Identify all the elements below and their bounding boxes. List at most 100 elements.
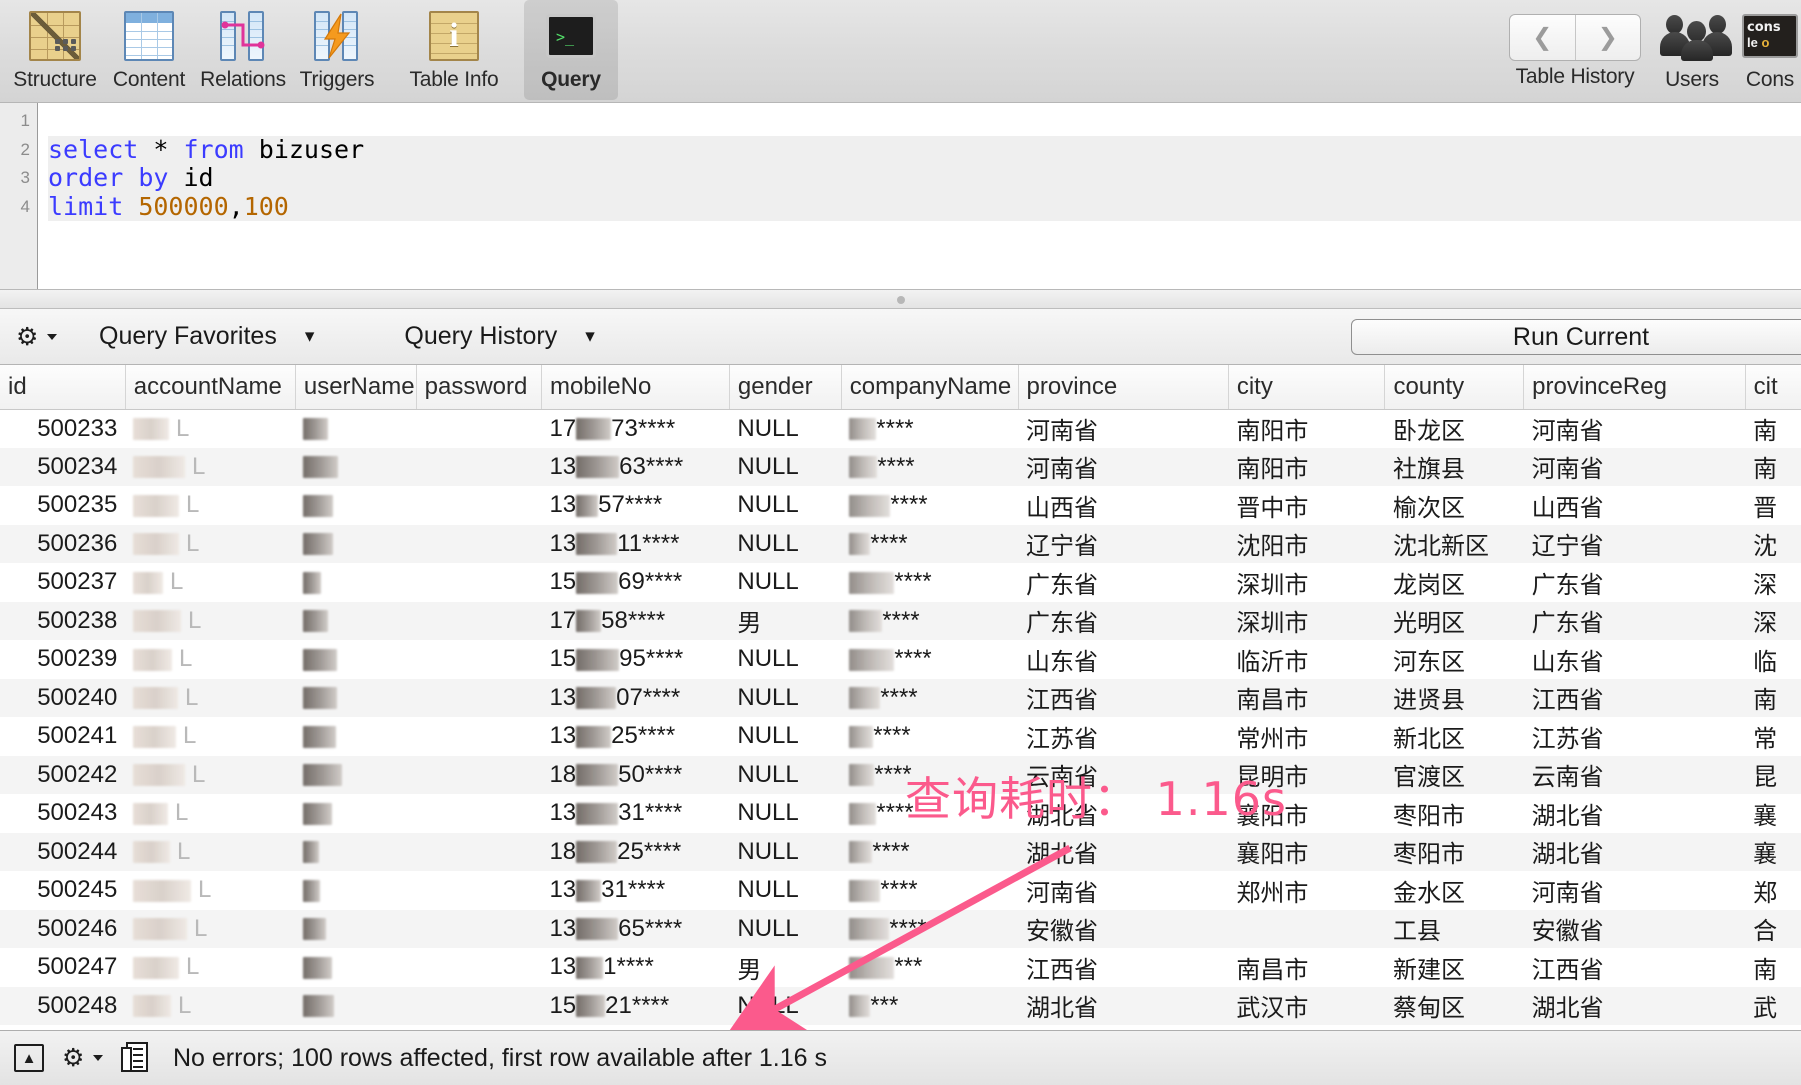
table-row[interactable]: 500234 L1363****NULL****河南省南阳市社旗县河南省南 (0, 448, 1801, 487)
cell-city[interactable]: 昆明市 (1228, 756, 1385, 795)
splitter-handle[interactable] (897, 296, 905, 304)
column-header-cit[interactable]: cit (1745, 365, 1801, 409)
cell-password[interactable] (416, 717, 541, 756)
cell-cit[interactable]: 沈 (1745, 525, 1801, 564)
cell-province[interactable]: 安徽省 (1018, 910, 1228, 949)
sql-line[interactable]: select * from bizuser (48, 136, 1801, 165)
cell-accountName[interactable]: L (125, 640, 295, 679)
cell-city[interactable]: 襄阳市 (1228, 833, 1385, 872)
cell-provinceReg[interactable]: 江西省 (1524, 948, 1746, 987)
cell-cit[interactable]: 郑 (1745, 871, 1801, 910)
cell-id[interactable]: 500246 (0, 910, 125, 949)
cell-password[interactable] (416, 910, 541, 949)
column-header-mobileNo[interactable]: mobileNo (541, 365, 729, 409)
cell-mobileNo[interactable]: 1773**** (541, 409, 729, 448)
editor-splitter[interactable] (0, 289, 1801, 309)
cell-city[interactable]: 南阳市 (1228, 409, 1385, 448)
cell-city[interactable]: 晋中市 (1228, 486, 1385, 525)
query-history-dropdown[interactable]: Query History ▾ (404, 322, 594, 351)
toolbar-item-table-info[interactable]: i Table Info (384, 0, 524, 92)
cell-password[interactable] (416, 563, 541, 602)
sql-line[interactable]: limit 500000,100 (48, 193, 1801, 222)
sql-line[interactable] (48, 107, 1801, 136)
cell-id[interactable]: 500240 (0, 679, 125, 718)
cell-cit[interactable]: 南 (1745, 409, 1801, 448)
cell-userName[interactable] (295, 486, 416, 525)
table-row[interactable]: 500245 L1331****NULL****河南省郑州市金水区河南省郑 (0, 871, 1801, 910)
cell-cit[interactable]: 襄 (1745, 833, 1801, 872)
cell-companyName[interactable]: **** (841, 679, 1018, 718)
cell-county[interactable]: 枣阳市 (1385, 794, 1524, 833)
cell-companyName[interactable]: **** (841, 833, 1018, 872)
table-row[interactable]: 500244 L1825****NULL****湖北省襄阳市枣阳市湖北省襄 (0, 833, 1801, 872)
cell-userName[interactable] (295, 563, 416, 602)
cell-password[interactable] (416, 525, 541, 564)
cell-mobileNo[interactable]: 1850**** (541, 756, 729, 795)
cell-userName[interactable] (295, 602, 416, 641)
cell-accountName[interactable]: L (125, 448, 295, 487)
cell-id[interactable]: 500237 (0, 563, 125, 602)
cell-city[interactable]: 常州市 (1228, 717, 1385, 756)
column-header-password[interactable]: password (416, 365, 541, 409)
cell-gender[interactable]: NULL (729, 717, 841, 756)
cell-userName[interactable] (295, 717, 416, 756)
cell-gender[interactable]: NULL (729, 409, 841, 448)
cell-province[interactable]: 山西省 (1018, 486, 1228, 525)
cell-cit[interactable]: 南 (1745, 448, 1801, 487)
table-row[interactable]: 500238 L1758****男****广东省深圳市光明区广东省深 (0, 602, 1801, 641)
cell-province[interactable]: 广东省 (1018, 563, 1228, 602)
cell-province[interactable]: 湖北省 (1018, 794, 1228, 833)
toolbar-item-structure[interactable]: Structure (8, 0, 102, 92)
table-row[interactable]: 500241 L1325****NULL****江苏省常州市新北区江苏省常 (0, 717, 1801, 756)
cell-userName[interactable] (295, 871, 416, 910)
cell-companyName[interactable]: **** (841, 756, 1018, 795)
column-header-gender[interactable]: gender (729, 365, 841, 409)
cell-gender[interactable]: NULL (729, 910, 841, 949)
cell-gender[interactable]: NULL (729, 987, 841, 1026)
cell-gender[interactable]: NULL (729, 756, 841, 795)
cell-province[interactable]: 河南省 (1018, 409, 1228, 448)
cell-accountName[interactable]: L (125, 679, 295, 718)
cell-accountName[interactable]: L (125, 525, 295, 564)
cell-id[interactable]: 500235 (0, 486, 125, 525)
cell-userName[interactable] (295, 640, 416, 679)
cell-cit[interactable]: 深 (1745, 563, 1801, 602)
cell-mobileNo[interactable]: 1331**** (541, 794, 729, 833)
toolbar-item-table-history[interactable]: ❮ ❯ Table History (1505, 0, 1645, 89)
cell-id[interactable]: 500234 (0, 448, 125, 487)
cell-mobileNo[interactable]: 1365**** (541, 910, 729, 949)
cell-companyName[interactable]: **** (841, 563, 1018, 602)
cell-mobileNo[interactable]: 1758**** (541, 602, 729, 641)
cell-cit[interactable]: 常 (1745, 717, 1801, 756)
cell-cit[interactable]: 襄 (1745, 794, 1801, 833)
query-info-icon[interactable] (121, 1042, 149, 1074)
cell-cit[interactable]: 临 (1745, 640, 1801, 679)
cell-gender[interactable]: NULL (729, 448, 841, 487)
table-row[interactable]: 500236 L1311****NULL****辽宁省沈阳市沈北新区辽宁省沈 (0, 525, 1801, 564)
history-forward-button[interactable]: ❯ (1575, 15, 1641, 60)
cell-county[interactable]: 新建区 (1385, 948, 1524, 987)
cell-provinceReg[interactable]: 湖北省 (1524, 833, 1746, 872)
column-header-county[interactable]: county (1385, 365, 1524, 409)
cell-mobileNo[interactable]: 1331**** (541, 871, 729, 910)
column-header-accountName[interactable]: accountName (125, 365, 295, 409)
cell-cit[interactable]: 晋 (1745, 486, 1801, 525)
cell-cit[interactable]: 昆 (1745, 756, 1801, 795)
cell-userName[interactable] (295, 910, 416, 949)
sql-editor[interactable]: 1234 select * from bizuserorder by idlim… (0, 103, 1801, 289)
history-nav-icon[interactable]: ❮ ❯ (1509, 14, 1641, 61)
cell-cit[interactable]: 深 (1745, 602, 1801, 641)
sql-line[interactable]: order by id (48, 164, 1801, 193)
cell-userName[interactable] (295, 525, 416, 564)
cell-provinceReg[interactable]: 广东省 (1524, 563, 1746, 602)
toolbar-item-relations[interactable]: Relations (196, 0, 290, 92)
cell-accountName[interactable]: L (125, 486, 295, 525)
cell-city[interactable]: 郑州市 (1228, 871, 1385, 910)
column-header-city[interactable]: city (1228, 365, 1385, 409)
cell-provinceReg[interactable]: 湖北省 (1524, 794, 1746, 833)
cell-county[interactable]: 社旗县 (1385, 448, 1524, 487)
toolbar-item-triggers[interactable]: Triggers (290, 0, 384, 92)
cell-province[interactable]: 湖北省 (1018, 987, 1228, 1026)
cell-county[interactable]: 进贤县 (1385, 679, 1524, 718)
cell-id[interactable]: 500241 (0, 717, 125, 756)
